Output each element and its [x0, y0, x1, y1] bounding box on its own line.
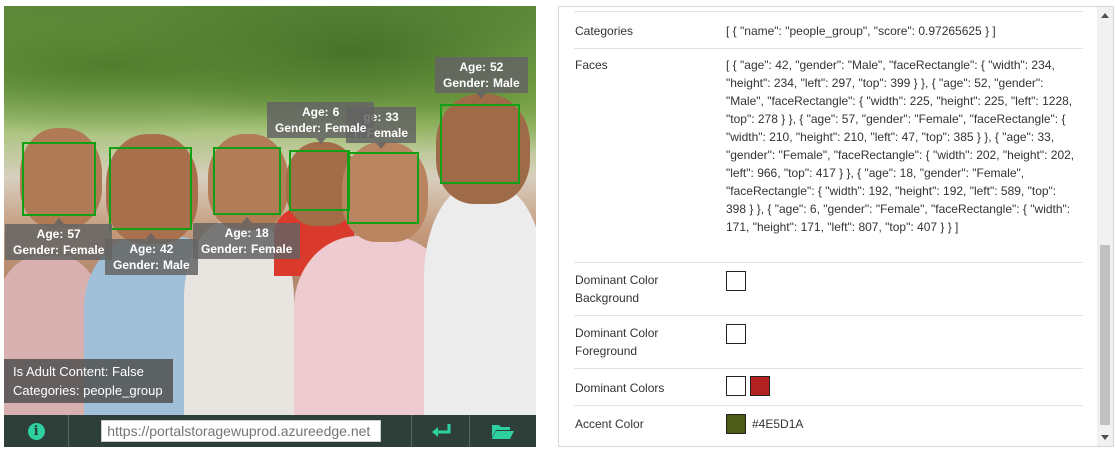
- scrollbar-thumb[interactable]: [1100, 245, 1110, 425]
- gender-value: Female: [251, 242, 293, 256]
- gender-label: Gender:: [443, 76, 490, 90]
- row-value: #4E5D1A: [726, 414, 1078, 434]
- age-label: Age:: [224, 226, 252, 240]
- table-row-faces: Faces [ { "age": 42, "gender": "Male", "…: [574, 49, 1083, 263]
- gender-label: Gender:: [201, 242, 248, 256]
- age-label: Age:: [129, 242, 156, 256]
- face-box-f2: [109, 147, 192, 230]
- gender-label: Gender:: [13, 243, 60, 257]
- age-value: 33: [385, 110, 399, 124]
- results-panel[interactable]: Categories [ { "name": "people_group", "…: [558, 6, 1114, 447]
- row-key: Dominant Color Background: [575, 273, 659, 305]
- label-pointer: [476, 93, 487, 99]
- label-pointer: [241, 217, 252, 223]
- age-value: 57: [67, 227, 81, 241]
- age-value: 52: [490, 60, 504, 74]
- row-value: [726, 376, 1078, 396]
- face-box-f1: [22, 142, 96, 216]
- age-label: Age:: [36, 227, 64, 241]
- submit-url-button[interactable]: [412, 415, 469, 447]
- table-row-dominant-fg: Dominant Color Foreground: [574, 316, 1083, 369]
- results-scrollbar[interactable]: [1097, 7, 1113, 446]
- analysis-summary: Is Adult Content: False Categories: peop…: [4, 359, 173, 403]
- gender-value: Male: [163, 258, 190, 272]
- label-pointer: [315, 138, 326, 144]
- age-label: Age:: [302, 105, 329, 119]
- gender-label: Gender:: [113, 258, 160, 272]
- person-shirt: [424, 186, 536, 415]
- face-box-f4: [289, 150, 350, 211]
- info-button[interactable]: i: [4, 415, 68, 447]
- gender-value: Female: [325, 121, 367, 135]
- table-row-dominant-colors: Dominant Colors: [574, 369, 1083, 406]
- row-key: Accent Color: [575, 417, 644, 431]
- categories-text: Categories: people_group: [13, 383, 163, 398]
- image-url-input[interactable]: [101, 420, 382, 442]
- face-label-f2: Age: 42 Gender: Male: [105, 233, 198, 275]
- face-box-f3: [213, 147, 281, 215]
- table-row-accent: Accent Color #4E5D1A: [574, 406, 1083, 444]
- accent-hex: #4E5D1A: [752, 417, 804, 431]
- adult-content-text: Is Adult Content: False: [13, 364, 144, 379]
- color-swatch: [726, 324, 746, 344]
- face-label-f3: Age: 18 Gender: Female: [193, 217, 301, 259]
- info-icon: i: [27, 422, 45, 440]
- row-value: [726, 324, 1078, 344]
- label-pointer: [53, 218, 64, 224]
- label-pointer: [146, 233, 157, 239]
- color-swatch: [726, 414, 746, 434]
- table-row-dominant-bg: Dominant Color Background: [574, 263, 1083, 316]
- enter-arrow-icon: [431, 424, 451, 437]
- age-value: 42: [160, 242, 174, 256]
- face-label-f4: Age: 6 Gender: Female: [267, 102, 375, 144]
- row-value: [ { "name": "people_group", "score": 0.9…: [726, 24, 996, 38]
- image-panel: Age: 57 Gender: Female Age: 42 Gender: Male …: [4, 6, 536, 447]
- gender-value: Male: [493, 76, 520, 90]
- age-value: 18: [255, 226, 269, 240]
- color-swatch: [750, 376, 770, 396]
- row-key: Dominant Colors: [575, 381, 665, 395]
- age-value: 6: [332, 105, 340, 119]
- face-box-f5: [347, 152, 419, 224]
- face-label-f6: Age: 52 Gender: Male: [435, 57, 528, 99]
- row-value: [726, 271, 1078, 291]
- analyzed-photo: Age: 57 Gender: Female Age: 42 Gender: Male …: [4, 6, 536, 415]
- color-swatch: [726, 376, 746, 396]
- face-label-f1: Age: 57 Gender: Female: [5, 218, 113, 260]
- gender-label: Gender:: [275, 121, 322, 135]
- table-row-categories: Categories [ { "name": "people_group", "…: [574, 12, 1083, 49]
- image-toolbar: i: [4, 415, 536, 447]
- folder-open-icon: [491, 425, 514, 439]
- row-key: Faces: [575, 58, 608, 72]
- color-swatch: [726, 271, 746, 291]
- gender-value: Female: [63, 243, 105, 257]
- url-input-wrapper: [69, 420, 411, 442]
- scroll-down-icon[interactable]: [1101, 435, 1109, 440]
- row-key: Dominant Color Foreground: [575, 326, 659, 358]
- open-file-button[interactable]: [470, 415, 536, 447]
- label-pointer: [376, 143, 387, 149]
- age-label: Age:: [459, 60, 486, 74]
- scroll-up-icon[interactable]: [1101, 13, 1109, 18]
- row-key: Categories: [575, 24, 634, 38]
- face-box-f6: [440, 104, 520, 184]
- row-value: [ { "age": 42, "gender": "Male", "faceRe…: [726, 58, 1075, 234]
